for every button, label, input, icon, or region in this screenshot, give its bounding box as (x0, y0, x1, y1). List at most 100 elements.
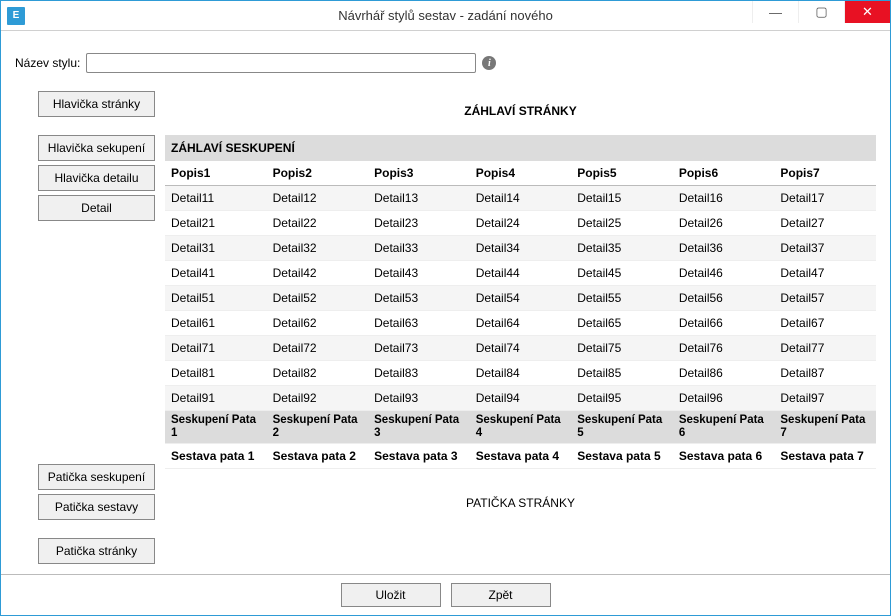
detail-cell: Detail42 (267, 261, 369, 286)
group-footer-cell: Seskupení Pata 5 (571, 411, 673, 444)
detail-cell: Detail45 (571, 261, 673, 286)
detail-cell: Detail12 (267, 186, 369, 211)
detail-cell: Detail65 (571, 311, 673, 336)
close-button[interactable]: ✕ (844, 1, 890, 23)
detail-cell: Detail91 (165, 386, 267, 411)
window-controls: — ▢ ✕ (752, 1, 890, 23)
detail-button[interactable]: Detail (38, 195, 155, 221)
detail-cell: Detail32 (267, 236, 369, 261)
detail-cell: Detail55 (571, 286, 673, 311)
detail-cell: Detail86 (673, 361, 775, 386)
detail-cell: Detail77 (774, 336, 876, 361)
page-header-band: ZÁHLAVÍ STRÁNKY (165, 91, 876, 131)
table-row: Detail31Detail32Detail33Detail34Detail35… (165, 236, 876, 261)
style-name-row: Název stylu: i (15, 53, 876, 73)
dialog-body: Název stylu: i Hlavička stránky Hlavička… (1, 31, 890, 574)
titlebar: E Návrhář stylů sestav - zadání nového —… (1, 1, 890, 31)
detail-cell: Detail63 (368, 311, 470, 336)
detail-grid: Popis1 Popis2 Popis3 Popis4 Popis5 Popis… (165, 161, 876, 469)
group-header-button[interactable]: Hlavička sekupení (38, 135, 155, 161)
detail-cell: Detail34 (470, 236, 572, 261)
page-footer-button[interactable]: Patička stránky (38, 538, 155, 564)
detail-cell: Detail26 (673, 211, 775, 236)
group-footer-cell: Seskupení Pata 1 (165, 411, 267, 444)
detail-cell: Detail13 (368, 186, 470, 211)
detail-header-button[interactable]: Hlavička detailu (38, 165, 155, 191)
table-row: Detail51Detail52Detail53Detail54Detail55… (165, 286, 876, 311)
detail-cell: Detail62 (267, 311, 369, 336)
report-footer-button[interactable]: Patička sestavy (38, 494, 155, 520)
info-icon[interactable]: i (482, 56, 496, 70)
detail-cell: Detail47 (774, 261, 876, 286)
detail-cell: Detail73 (368, 336, 470, 361)
detail-cell: Detail87 (774, 361, 876, 386)
table-row: Detail91Detail92Detail93Detail94Detail95… (165, 386, 876, 411)
page-header-text: ZÁHLAVÍ STRÁNKY (464, 104, 576, 118)
report-footer-cell: Sestava pata 4 (470, 444, 572, 469)
detail-cell: Detail97 (774, 386, 876, 411)
detail-cell: Detail14 (470, 186, 572, 211)
group-header-band: ZÁHLAVÍ SESKUPENÍ (165, 135, 876, 161)
col-header: Popis4 (470, 161, 572, 186)
table-row: Detail61Detail62Detail63Detail64Detail65… (165, 311, 876, 336)
detail-cell: Detail94 (470, 386, 572, 411)
group-footer-cell: Seskupení Pata 2 (267, 411, 369, 444)
detail-cell: Detail17 (774, 186, 876, 211)
window-title: Návrhář stylů sestav - zadání nového (338, 8, 553, 23)
detail-cell: Detail95 (571, 386, 673, 411)
detail-cell: Detail21 (165, 211, 267, 236)
page-footer-band: PATIČKA STRÁNKY (165, 487, 876, 519)
detail-cell: Detail44 (470, 261, 572, 286)
detail-cell: Detail36 (673, 236, 775, 261)
save-button[interactable]: Uložit (341, 583, 441, 607)
col-header: Popis3 (368, 161, 470, 186)
style-name-input[interactable] (86, 53, 476, 73)
back-button[interactable]: Zpět (451, 583, 551, 607)
report-footer-cell: Sestava pata 3 (368, 444, 470, 469)
report-footer-cell: Sestava pata 1 (165, 444, 267, 469)
group-footer-cell: Seskupení Pata 6 (673, 411, 775, 444)
detail-cell: Detail46 (673, 261, 775, 286)
detail-cell: Detail85 (571, 361, 673, 386)
page-footer-text: PATIČKA STRÁNKY (466, 496, 575, 510)
detail-cell: Detail64 (470, 311, 572, 336)
column-header-row: Popis1 Popis2 Popis3 Popis4 Popis5 Popis… (165, 161, 876, 186)
group-footer-button[interactable]: Patička seskupení (38, 464, 155, 490)
detail-cell: Detail25 (571, 211, 673, 236)
table-row: Detail41Detail42Detail43Detail44Detail45… (165, 261, 876, 286)
page-header-button[interactable]: Hlavička stránky (38, 91, 155, 117)
detail-cell: Detail57 (774, 286, 876, 311)
detail-cell: Detail37 (774, 236, 876, 261)
detail-cell: Detail22 (267, 211, 369, 236)
section-buttons-sidebar: Hlavička stránky Hlavička sekupení Hlavi… (15, 91, 155, 568)
table-row: Detail11Detail12Detail13Detail14Detail15… (165, 186, 876, 211)
detail-cell: Detail15 (571, 186, 673, 211)
detail-cell: Detail54 (470, 286, 572, 311)
detail-cell: Detail16 (673, 186, 775, 211)
col-header: Popis1 (165, 161, 267, 186)
detail-cell: Detail31 (165, 236, 267, 261)
table-row: Detail81Detail82Detail83Detail84Detail85… (165, 361, 876, 386)
detail-cell: Detail75 (571, 336, 673, 361)
detail-cell: Detail52 (267, 286, 369, 311)
detail-cell: Detail74 (470, 336, 572, 361)
table-row: Detail71Detail72Detail73Detail74Detail75… (165, 336, 876, 361)
detail-cell: Detail96 (673, 386, 775, 411)
maximize-button[interactable]: ▢ (798, 1, 844, 23)
detail-cell: Detail35 (571, 236, 673, 261)
report-footer-cell: Sestava pata 7 (774, 444, 876, 469)
table-row: Detail21Detail22Detail23Detail24Detail25… (165, 211, 876, 236)
col-header: Popis6 (673, 161, 775, 186)
detail-cell: Detail43 (368, 261, 470, 286)
style-name-label: Název stylu: (15, 56, 80, 70)
report-footer-cell: Sestava pata 6 (673, 444, 775, 469)
group-header-text: ZÁHLAVÍ SESKUPENÍ (171, 141, 295, 155)
report-footer-row: Sestava pata 1 Sestava pata 2 Sestava pa… (165, 444, 876, 469)
detail-cell: Detail27 (774, 211, 876, 236)
detail-cell: Detail84 (470, 361, 572, 386)
detail-cell: Detail71 (165, 336, 267, 361)
minimize-button[interactable]: — (752, 1, 798, 23)
detail-cell: Detail92 (267, 386, 369, 411)
detail-cell: Detail61 (165, 311, 267, 336)
detail-cell: Detail67 (774, 311, 876, 336)
